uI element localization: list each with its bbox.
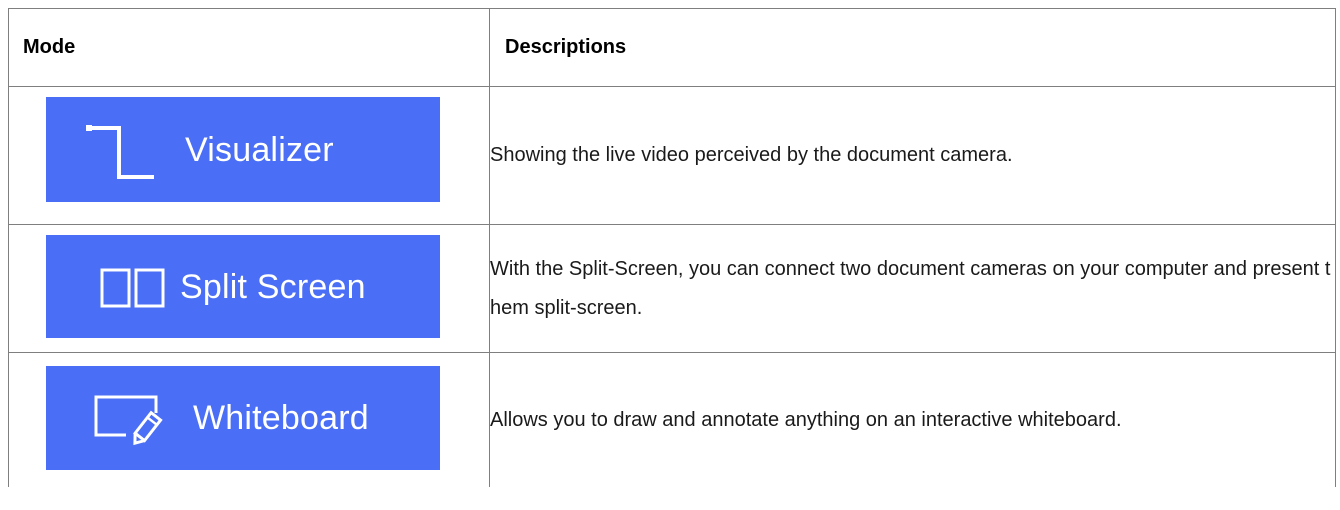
split-screen-label: Split Screen (180, 268, 366, 306)
whiteboard-pen-icon (94, 395, 163, 446)
whiteboard-description: Allows you to draw and annotate anything… (489, 352, 1336, 487)
mode-cell: Visualizer (8, 86, 490, 225)
whiteboard-label: Whiteboard (193, 399, 369, 437)
table-row: Whiteboard Allows you to draw and annota… (8, 352, 1336, 487)
table-row: Split Screen With the Split-Screen, you … (8, 224, 1336, 353)
table-header-row: Mode Descriptions (8, 8, 1336, 87)
header-mode: Mode (8, 8, 490, 87)
mode-cell: Whiteboard (8, 352, 490, 487)
split-screen-description: With the Split-Screen, you can connect t… (489, 224, 1336, 353)
split-screen-button[interactable]: Split Screen (46, 235, 440, 338)
mode-cell: Split Screen (8, 224, 490, 353)
visualizer-button[interactable]: Visualizer (46, 97, 440, 202)
modes-table: Mode Descriptions Visualizer Showing the… (8, 8, 1336, 487)
visualizer-label: Visualizer (185, 131, 334, 169)
document-camera-icon (86, 125, 154, 179)
header-descriptions: Descriptions (489, 8, 1336, 87)
table-row: Visualizer Showing the live video percei… (8, 86, 1336, 225)
whiteboard-button[interactable]: Whiteboard (46, 366, 440, 470)
split-screen-icon (100, 268, 165, 308)
visualizer-description: Showing the live video perceived by the … (489, 86, 1336, 225)
